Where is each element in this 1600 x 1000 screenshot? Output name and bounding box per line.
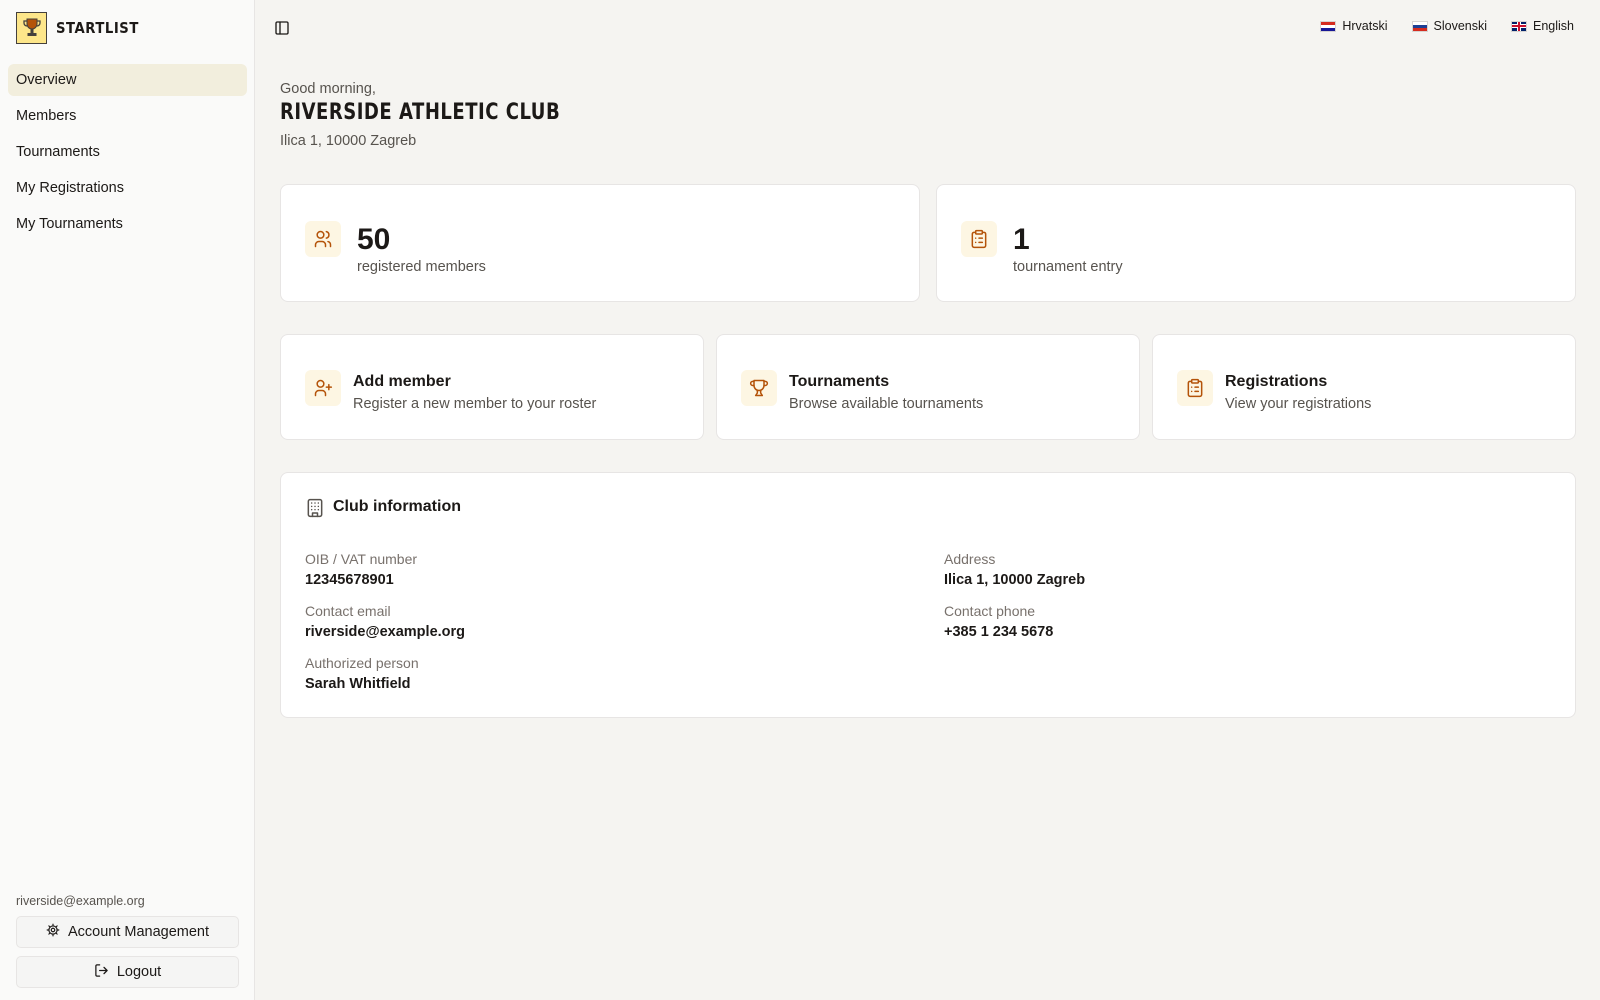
address-field: Address Ilica 1, 10000 Zagreb: [944, 551, 1085, 588]
slovenia-flag-icon: [1411, 20, 1428, 32]
language-label: English: [1533, 19, 1574, 33]
tournament-entries-count: 1: [1013, 223, 1030, 256]
action-subtitle: Register a new member to your roster: [353, 396, 597, 412]
club-information-title: Club information: [333, 498, 461, 515]
building-icon: [305, 498, 325, 518]
club-address: Ilica 1, 10000 Zagreb: [280, 133, 417, 149]
language-label: Hrvatski: [1342, 19, 1388, 33]
brand[interactable]: STARTLIST: [16, 12, 150, 44]
sidebar-toggle-button[interactable]: [272, 18, 292, 38]
sidebar-item-my-tournaments[interactable]: My Tournaments: [8, 208, 247, 240]
action-title: Registrations: [1225, 373, 1328, 390]
tournaments-card[interactable]: Tournaments Browse available tournaments: [716, 334, 1140, 440]
contact-email-label: Contact email: [305, 603, 391, 619]
club-information-card: Club information OIB / VAT number 123456…: [280, 472, 1576, 718]
members-count-label: registered members: [357, 259, 486, 275]
sidebar-item-members[interactable]: Members: [8, 100, 247, 132]
address-value: Ilica 1, 10000 Zagreb: [944, 572, 1086, 588]
sidebar-nav: Overview Members Tournaments My Registra…: [8, 64, 247, 244]
action-title: Add member: [353, 373, 451, 390]
logout-label: Logout: [116, 964, 162, 980]
sidebar: STARTLIST Overview Members Tournaments M…: [0, 0, 255, 1000]
logout-icon: [94, 963, 109, 982]
authorized-person-field: Authorized person Sarah Whitfield: [305, 655, 419, 692]
croatia-flag-icon: [1320, 20, 1337, 32]
contact-phone-value: +385 1 234 5678: [944, 624, 1054, 640]
trophy-logo-icon: [16, 12, 47, 44]
sidebar-item-overview[interactable]: Overview: [8, 64, 247, 96]
action-subtitle: Browse available tournaments: [789, 396, 984, 412]
sidebar-footer: riverside@example.org Account Management…: [16, 894, 239, 988]
gear-icon: [46, 923, 60, 941]
logout-button[interactable]: Logout: [16, 956, 239, 988]
tournament-entries-label: tournament entry: [1013, 259, 1123, 275]
add-member-card[interactable]: Add member Register a new member to your…: [280, 334, 704, 440]
address-label: Address: [944, 551, 996, 567]
clipboard-icon: [1177, 370, 1213, 406]
stat-card-tournament-entries: 1 tournament entry: [936, 184, 1576, 302]
uk-flag-icon: [1511, 20, 1527, 32]
page-title: RIVERSIDE ATHLETIC CLUB: [280, 100, 561, 125]
panel-left-icon: [275, 21, 289, 35]
contact-email-value: riverside@example.org: [305, 624, 466, 640]
oib-field: OIB / VAT number 12345678901: [305, 551, 417, 588]
language-option-english[interactable]: English: [1511, 19, 1574, 33]
stat-card-members: 50 registered members: [280, 184, 920, 302]
clipboard-icon: [961, 221, 997, 257]
language-label: Slovenski: [1433, 19, 1488, 33]
trophy-icon: [741, 370, 777, 406]
account-management-label: Account Management: [67, 924, 210, 940]
contact-phone-field: Contact phone +385 1 234 5678: [944, 603, 1053, 640]
app-name: STARTLIST: [56, 19, 139, 37]
language-switcher: Hrvatski Slovenski English: [1320, 19, 1574, 33]
user-email: riverside@example.org: [16, 894, 145, 908]
language-option-slovenski[interactable]: Slovenski: [1411, 19, 1488, 33]
user-plus-icon: [305, 370, 341, 406]
sidebar-item-tournaments[interactable]: Tournaments: [8, 136, 247, 168]
contact-phone-label: Contact phone: [944, 603, 1036, 619]
language-option-hrvatski[interactable]: Hrvatski: [1320, 19, 1388, 33]
action-title: Tournaments: [789, 373, 890, 390]
oib-label: OIB / VAT number: [305, 551, 418, 567]
registrations-card[interactable]: Registrations View your registrations: [1152, 334, 1576, 440]
authorized-person-value: Sarah Whitfield: [305, 676, 411, 692]
action-subtitle: View your registrations: [1225, 396, 1372, 412]
oib-value: 12345678901: [305, 572, 394, 588]
greeting-text: Good morning,: [280, 81, 376, 97]
sidebar-item-my-registrations[interactable]: My Registrations: [8, 172, 247, 204]
account-management-button[interactable]: Account Management: [16, 916, 239, 948]
members-count: 50: [357, 223, 391, 256]
users-icon: [305, 221, 341, 257]
contact-email-field: Contact email riverside@example.org: [305, 603, 465, 640]
authorized-person-label: Authorized person: [305, 655, 419, 671]
